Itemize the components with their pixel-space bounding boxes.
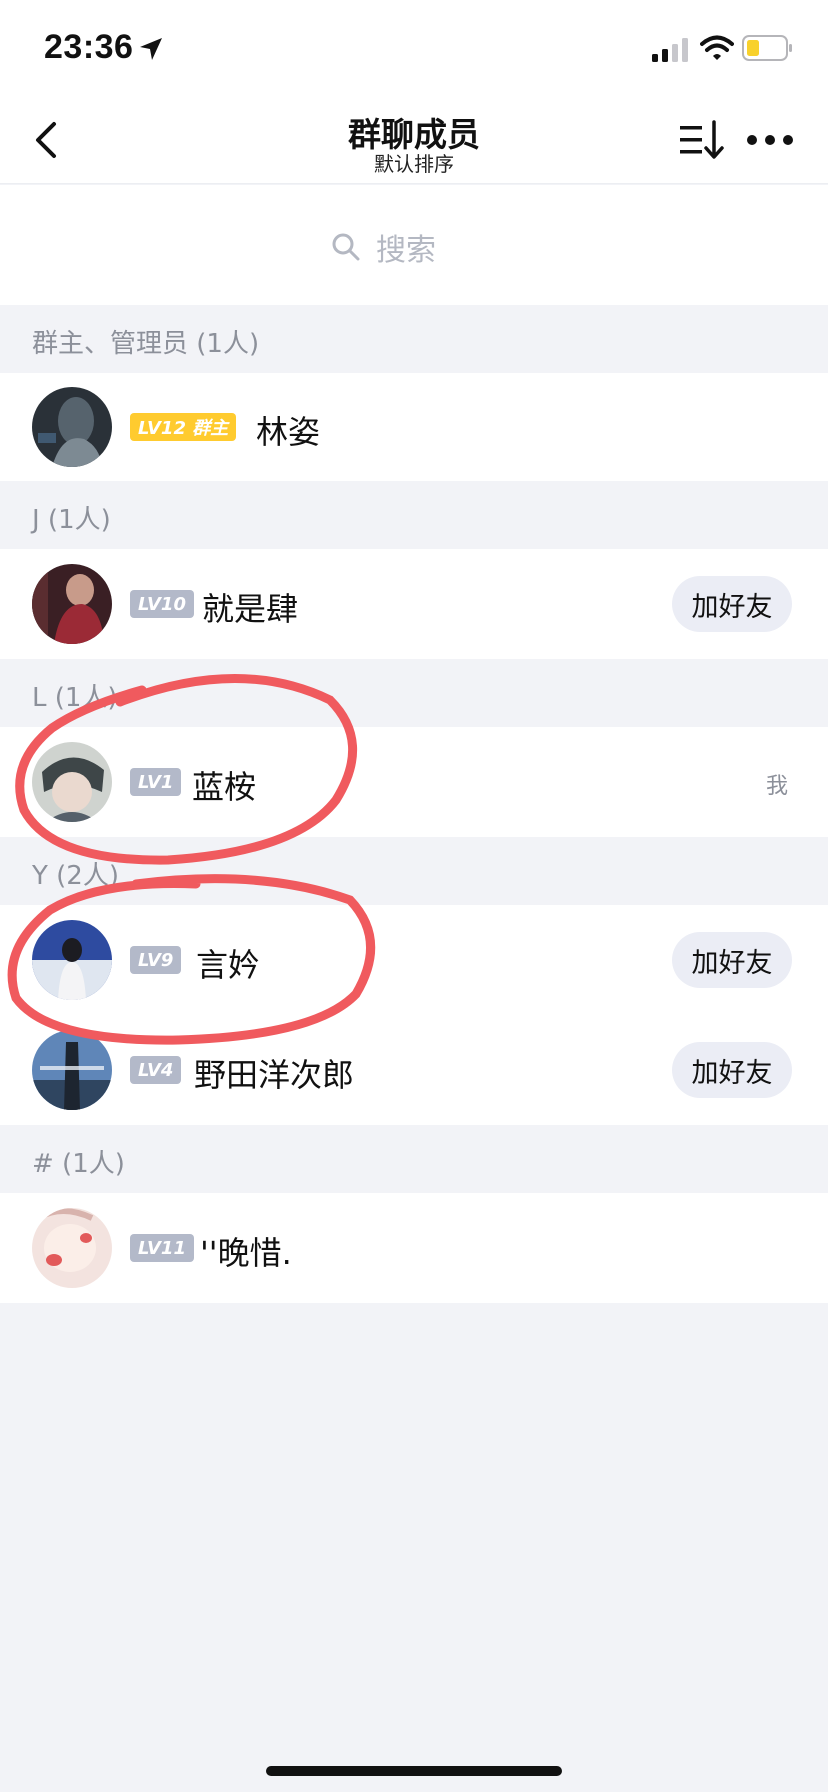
sort-icon[interactable] [678, 118, 726, 162]
section-header-hash: # (1人) [0, 1125, 828, 1193]
nav-bar: 群聊成员 默认排序 [0, 96, 828, 184]
section-header-y: Y (2人) [0, 837, 828, 905]
level-badge: LV1 [130, 768, 182, 796]
member-list-y: LV9 言妗 加好友 LV4 野田洋次郎 加好友 [0, 905, 828, 1125]
section-header-label: Y (2人) [32, 861, 119, 891]
member-name: 野田洋次郎 [194, 1056, 355, 1094]
member-row[interactable]: LV10 就是肆 加好友 [0, 549, 828, 659]
section-header-l: L (1人) [0, 659, 828, 727]
status-time: 23:36 [44, 28, 134, 66]
avatar[interactable] [32, 920, 112, 1000]
avatar[interactable] [32, 387, 112, 467]
level-badge: LV11 [130, 1234, 194, 1262]
self-label: 我 [766, 774, 789, 799]
search-icon [332, 233, 360, 261]
member-row[interactable]: LV12 群主 林姿 [0, 373, 828, 481]
more-icon[interactable] [746, 126, 794, 154]
section-header-label: 群主、管理员 (1人) [32, 329, 260, 359]
search-input[interactable]: 搜索 [330, 227, 436, 268]
search-placeholder: 搜索 [376, 233, 436, 268]
level-badge: LV10 [130, 590, 194, 618]
member-name: 言妗 [196, 946, 261, 984]
avatar[interactable] [32, 1030, 112, 1110]
cellular-signal-icon [652, 38, 688, 62]
status-bar: 23:36 [0, 0, 828, 96]
search-area: 搜索 [0, 185, 828, 305]
member-name: ''晚惜. [200, 1234, 292, 1272]
section-header-label: J (1人) [32, 505, 111, 535]
wifi-icon [700, 35, 734, 60]
section-header-j: J (1人) [0, 481, 828, 549]
member-name: 蓝桉 [192, 768, 257, 806]
member-row[interactable]: LV11 ''晚惜. [0, 1193, 828, 1303]
avatar[interactable] [32, 564, 112, 644]
member-row[interactable]: LV4 野田洋次郎 加好友 [0, 1015, 828, 1125]
section-header-label: # (1人) [32, 1149, 125, 1179]
battery-icon [742, 35, 792, 61]
member-row[interactable]: LV9 言妗 加好友 [0, 905, 828, 1015]
add-friend-button[interactable]: 加好友 [672, 576, 792, 632]
location-arrow-icon [140, 38, 162, 60]
avatar[interactable] [32, 1208, 112, 1288]
level-badge: LV4 [130, 1056, 182, 1084]
member-row[interactable]: LV1 蓝桉 我 [0, 727, 828, 837]
section-header-admin: 群主、管理员 (1人) [0, 305, 828, 373]
home-indicator [266, 1766, 562, 1776]
add-friend-button[interactable]: 加好友 [672, 932, 792, 988]
member-name: 就是肆 [202, 590, 299, 628]
avatar[interactable] [32, 742, 112, 822]
section-header-label: L (1人) [32, 683, 118, 713]
level-badge: LV9 [130, 946, 182, 974]
member-name: 林姿 [256, 413, 321, 451]
level-badge: LV12 群主 [130, 413, 237, 441]
add-friend-button[interactable]: 加好友 [672, 1042, 792, 1098]
